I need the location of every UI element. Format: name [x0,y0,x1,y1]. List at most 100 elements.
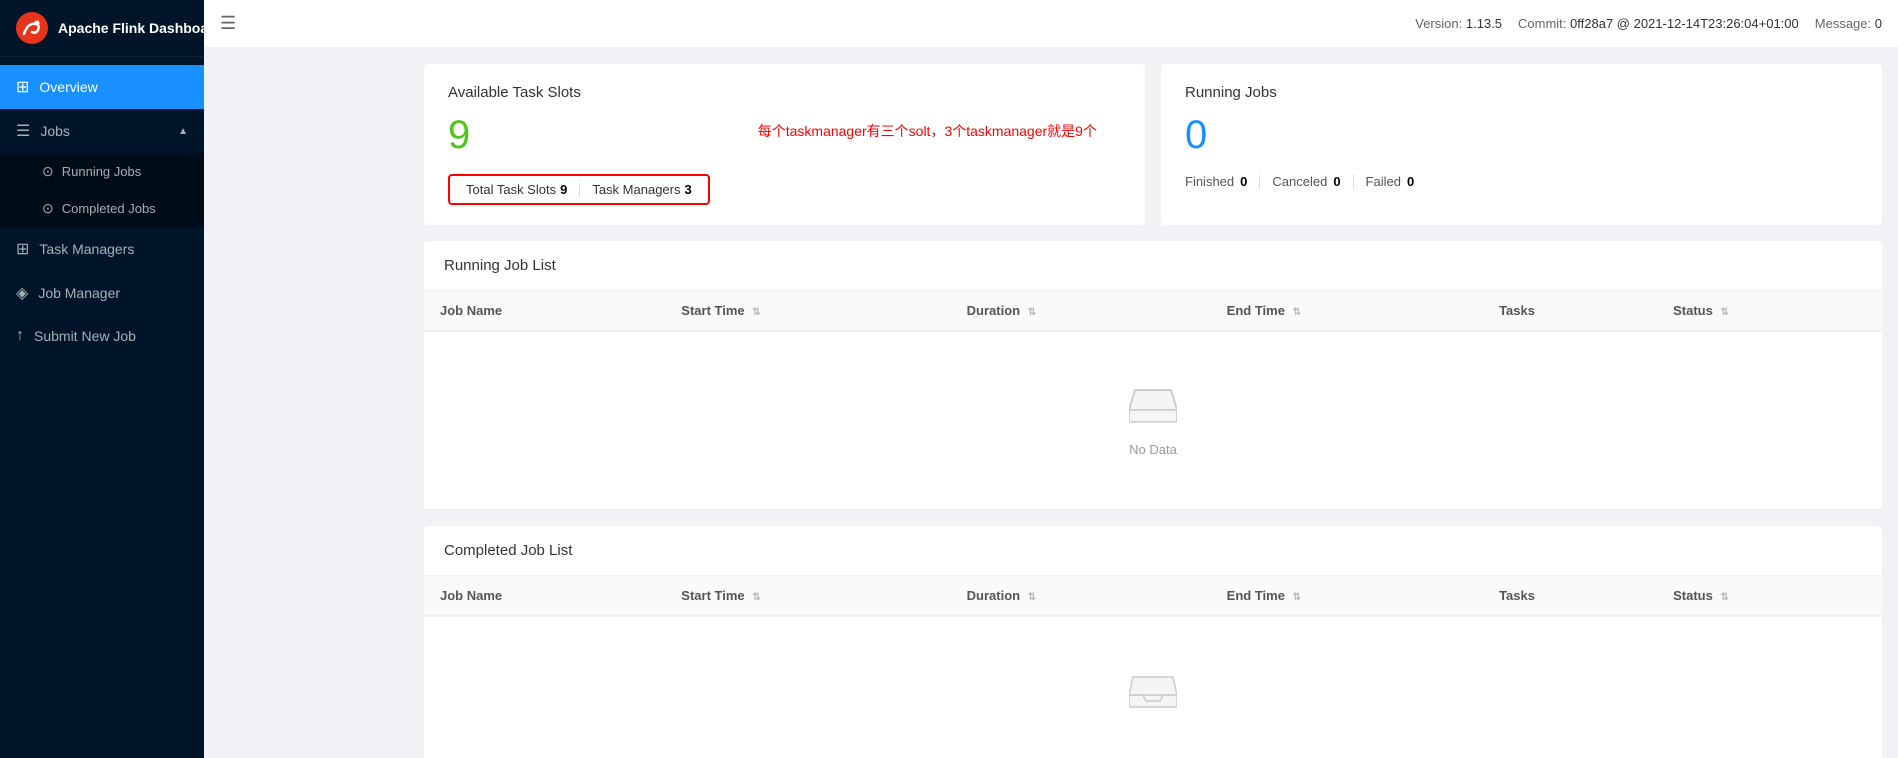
sort-icon-5: ⇅ [752,592,760,603]
job-manager-label: Job Manager [38,285,120,301]
sort-icon-8: ⇅ [1720,592,1728,603]
no-data-cell-completed [424,616,1882,758]
finished-label: Finished [1185,174,1234,189]
sidebar-item-job-manager[interactable]: ◈ Job Manager [0,271,204,315]
completed-job-table-body [424,616,1882,758]
overview-cards: Available Task Slots 9 Total Task Slots … [424,64,1882,225]
col-status-2[interactable]: Status ⇅ [1657,576,1882,616]
available-task-slots-value: 9 [448,113,710,158]
no-data-container-completed [440,629,1866,758]
version-value: 1.13.5 [1466,16,1502,31]
sort-icon-3: ⇅ [1293,307,1301,318]
finished-stat: Finished 0 [1185,174,1247,189]
completed-job-list-section: Completed Job List Job Name Start Time ⇅… [424,526,1882,758]
jobs-label: Jobs [40,123,70,139]
col-start-time-2[interactable]: Start Time ⇅ [665,576,950,616]
running-job-table-body: No Data [424,331,1882,510]
running-job-table-wrap: Job Name Start Time ⇅ Duration ⇅ End Tim… [424,291,1882,510]
completed-job-table-wrap: Job Name Start Time ⇅ Duration ⇅ End Tim… [424,576,1882,758]
failed-label: Failed [1366,174,1401,189]
jobs-icon: ☰ [16,121,30,141]
sidebar-item-running-jobs[interactable]: ⊙ Running Jobs [0,153,204,190]
inbox-icon [1129,384,1177,424]
completed-jobs-icon: ⊙ [42,200,54,217]
completed-job-list-header: Completed Job List [424,526,1882,576]
sidebar: Apache Flink Dashboard ⊞ Overview ☰ Jobs… [0,0,204,758]
message-info: Message: 0 [1815,16,1882,31]
sidebar-item-jobs[interactable]: ☰ Jobs ▲ [0,109,204,153]
completed-jobs-label: Completed Jobs [62,201,156,216]
completed-job-table: Job Name Start Time ⇅ Duration ⇅ End Tim… [424,576,1882,758]
submit-job-icon: ↑ [16,327,24,345]
task-managers-label: Task Managers [39,241,134,257]
topbar: ☰ Version: 1.13.5 Commit: 0ff28a7 @ 2021… [204,0,1898,48]
available-task-slots-card: Available Task Slots 9 Total Task Slots … [424,64,1145,225]
finished-value: 0 [1240,174,1247,189]
sidebar-item-completed-jobs[interactable]: ⊙ Completed Jobs [0,190,204,227]
flink-logo-icon [16,12,48,44]
no-data-cell-running: No Data [424,331,1882,510]
version-label: Version: [1415,16,1462,31]
sort-icon-2: ⇅ [1028,307,1036,318]
commit-value: 0ff28a7 @ 2021-12-14T23:26:04+01:00 [1570,16,1799,31]
no-data-row-running: No Data [424,331,1882,510]
running-job-table: Job Name Start Time ⇅ Duration ⇅ End Tim… [424,291,1882,510]
completed-job-table-header-row: Job Name Start Time ⇅ Duration ⇅ End Tim… [424,576,1882,616]
running-job-table-head: Job Name Start Time ⇅ Duration ⇅ End Tim… [424,291,1882,331]
overview-icon: ⊞ [16,77,29,97]
main-content: Available Task Slots 9 Total Task Slots … [408,48,1898,758]
available-task-slots-title: Available Task Slots [448,84,1121,101]
col-status-1[interactable]: Status ⇅ [1657,291,1882,331]
sort-icon-4: ⇅ [1720,307,1728,318]
sort-icon-7: ⇅ [1293,592,1301,603]
commit-info: Commit: 0ff28a7 @ 2021-12-14T23:26:04+01… [1518,16,1799,31]
sidebar-item-task-managers[interactable]: ⊞ Task Managers [0,227,204,271]
sidebar-toggle-button[interactable]: ☰ [220,13,236,34]
running-jobs-icon: ⊙ [42,163,54,180]
total-task-slots-label: Total Task Slots [466,182,556,197]
col-tasks-2[interactable]: Tasks [1483,576,1657,616]
overview-label: Overview [39,79,97,95]
task-managers-icon: ⊞ [16,239,29,259]
submit-new-job-label: Submit New Job [34,328,136,344]
chevron-up-icon: ▲ [178,126,188,137]
col-start-time-1[interactable]: Start Time ⇅ [665,291,950,331]
running-job-table-header-row: Job Name Start Time ⇅ Duration ⇅ End Tim… [424,291,1882,331]
running-jobs-value: 0 [1185,113,1858,158]
no-data-icon [1129,384,1177,434]
message-label: Message: [1815,16,1871,31]
col-duration-2[interactable]: Duration ⇅ [951,576,1211,616]
col-duration-1[interactable]: Duration ⇅ [951,291,1211,331]
annotation-text: 每个taskmanager有三个solt，3个taskmanager就是9个 [758,121,1097,141]
running-job-list-section: Running Job List Job Name Start Time ⇅ D… [424,241,1882,510]
no-data-text-running: No Data [1129,442,1177,457]
job-manager-icon: ◈ [16,283,28,303]
app-title: Apache Flink Dashboard [58,20,204,36]
sidebar-logo: Apache Flink Dashboard [0,0,204,57]
task-slots-annotation-box: Total Task Slots 9 Task Managers 3 [448,174,710,205]
no-data-container-running: No Data [440,344,1866,497]
completed-job-table-head: Job Name Start Time ⇅ Duration ⇅ End Tim… [424,576,1882,616]
divider-1 [1259,175,1260,189]
sort-icon-1: ⇅ [752,307,760,318]
sidebar-item-overview[interactable]: ⊞ Overview [0,65,204,109]
divider [579,183,580,197]
no-data-icon-2 [1129,669,1177,719]
running-job-list-header: Running Job List [424,241,1882,291]
sort-icon-6: ⇅ [1028,592,1036,603]
divider-2 [1353,175,1354,189]
failed-value: 0 [1407,174,1414,189]
col-end-time-2[interactable]: End Time ⇅ [1211,576,1483,616]
canceled-label: Canceled [1272,174,1327,189]
task-managers-label: Task Managers [592,182,680,197]
message-value: 0 [1875,16,1882,31]
running-jobs-title: Running Jobs [1185,84,1858,101]
col-end-time-1[interactable]: End Time ⇅ [1211,291,1483,331]
col-tasks-1[interactable]: Tasks [1483,291,1657,331]
sidebar-menu: ⊞ Overview ☰ Jobs ▲ ⊙ Running Jobs ⊙ Com… [0,57,204,758]
jobs-submenu: ⊙ Running Jobs ⊙ Completed Jobs [0,153,204,227]
sidebar-item-submit-new-job[interactable]: ↑ Submit New Job [0,315,204,357]
running-jobs-label: Running Jobs [62,164,142,179]
version-info: Version: 1.13.5 [1415,16,1502,31]
canceled-value: 0 [1333,174,1340,189]
